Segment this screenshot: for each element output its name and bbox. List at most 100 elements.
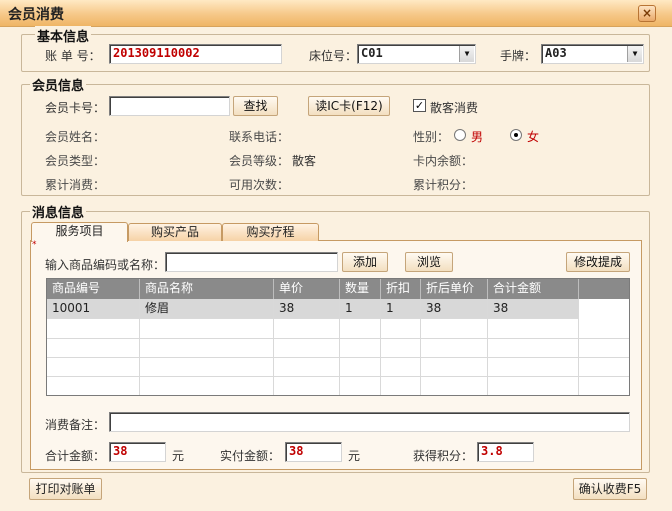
column-header-extra[interactable] bbox=[579, 279, 629, 299]
remark-input[interactable] bbox=[109, 412, 630, 432]
table-row-empty[interactable] bbox=[47, 338, 629, 358]
consume-info-title: 消息信息 bbox=[30, 202, 87, 221]
cell-empty bbox=[579, 338, 629, 358]
currency-unit: 元 bbox=[172, 449, 185, 463]
product-input-label: 输入商品编码或名称： bbox=[45, 258, 166, 272]
basic-info-title: 基本信息 bbox=[35, 26, 92, 45]
cell-empty bbox=[140, 357, 274, 377]
search-button[interactable]: 查找 bbox=[233, 96, 278, 116]
total-spent-label: 累计消费： bbox=[45, 178, 106, 192]
cell-empty bbox=[421, 319, 488, 339]
tab-buy-products[interactable]: 购买产品 bbox=[128, 223, 222, 241]
column-header-code[interactable]: 商品编号 bbox=[47, 279, 140, 299]
cell-qty: 1 bbox=[340, 299, 381, 319]
table-row[interactable]: 10001 修眉 38 1 1 38 38 bbox=[47, 299, 629, 319]
member-type-label: 会员类型： bbox=[45, 154, 106, 168]
cell-empty bbox=[47, 357, 140, 377]
browse-button[interactable]: 浏览 bbox=[405, 252, 453, 272]
required-marker: * bbox=[32, 240, 37, 250]
table-row-empty[interactable] bbox=[47, 319, 629, 339]
remark-label: 消费备注： bbox=[45, 418, 106, 432]
cell-empty bbox=[340, 376, 381, 395]
confirm-payment-button[interactable]: 确认收费F5 bbox=[573, 478, 647, 500]
cell-empty bbox=[140, 376, 274, 395]
currency-unit: 元 bbox=[348, 449, 361, 463]
column-header-qty[interactable]: 数量 bbox=[340, 279, 381, 299]
total-amount-field[interactable]: 38 bbox=[109, 442, 166, 462]
gender-female-radio[interactable] bbox=[510, 129, 522, 141]
member-level-value: 散客 bbox=[292, 154, 317, 168]
cell-empty bbox=[421, 357, 488, 377]
available-times-label: 可用次数： bbox=[229, 178, 290, 192]
walkin-checkbox[interactable]: ✓ bbox=[413, 99, 426, 112]
cell-empty bbox=[340, 357, 381, 377]
cell-empty bbox=[340, 338, 381, 358]
close-icon[interactable]: × bbox=[642, 6, 652, 20]
card-number-input[interactable] bbox=[109, 96, 230, 116]
tab-service-items[interactable]: 服务项目 bbox=[31, 222, 128, 242]
account-number-field[interactable]: 201309110002 bbox=[109, 44, 282, 64]
column-header-name[interactable]: 商品名称 bbox=[140, 279, 274, 299]
cell-discounted-price: 38 bbox=[421, 299, 488, 319]
cell-empty bbox=[140, 338, 274, 358]
cell-code: 10001 bbox=[47, 299, 140, 319]
phone-label: 联系电话： bbox=[229, 130, 290, 144]
cell-empty bbox=[47, 319, 140, 339]
paid-amount-field[interactable]: 38 bbox=[285, 442, 342, 462]
cell-empty bbox=[381, 319, 421, 339]
chevron-down-icon[interactable]: ▼ bbox=[627, 46, 642, 62]
card-balance-label: 卡内余额： bbox=[413, 154, 474, 168]
member-info-title: 会员信息 bbox=[30, 75, 87, 94]
bed-label: 床位号： bbox=[309, 49, 358, 63]
cell-empty bbox=[381, 338, 421, 358]
cell-empty bbox=[47, 376, 140, 395]
cell-extra bbox=[579, 299, 629, 319]
cell-empty bbox=[488, 357, 579, 377]
column-header-total[interactable]: 合计金额 bbox=[488, 279, 579, 299]
modify-commission-button[interactable]: 修改提成 bbox=[566, 252, 630, 272]
account-label: 账 单 号： bbox=[45, 49, 101, 63]
gender-male-radio[interactable] bbox=[454, 129, 466, 141]
cell-empty bbox=[579, 319, 629, 339]
cell-total: 38 bbox=[488, 299, 579, 319]
cell-empty bbox=[340, 319, 381, 339]
cell-empty bbox=[488, 319, 579, 339]
total-points-label: 累计积分： bbox=[413, 178, 474, 192]
close-button[interactable]: × bbox=[638, 5, 656, 22]
cell-empty bbox=[579, 376, 629, 395]
cell-empty bbox=[274, 319, 340, 339]
walkin-checkbox-label: 散客消费 bbox=[430, 101, 479, 115]
chevron-down-icon[interactable]: ▼ bbox=[459, 46, 474, 62]
cell-empty bbox=[381, 376, 421, 395]
gender-label: 性别： bbox=[413, 130, 450, 144]
table-row-empty[interactable] bbox=[47, 376, 629, 395]
column-header-discount[interactable]: 折扣 bbox=[381, 279, 421, 299]
column-header-price[interactable]: 单价 bbox=[274, 279, 340, 299]
points-earned-field[interactable]: 3.8 bbox=[477, 442, 534, 462]
cell-empty bbox=[421, 338, 488, 358]
product-search-input[interactable] bbox=[165, 252, 338, 272]
cell-price: 38 bbox=[274, 299, 340, 319]
print-statement-button[interactable]: 打印对账单 bbox=[29, 478, 102, 500]
cell-discount: 1 bbox=[381, 299, 421, 319]
bed-select[interactable]: C01 ▼ bbox=[357, 44, 476, 64]
paid-amount-label: 实付金额： bbox=[220, 449, 281, 463]
tab-buy-treatments[interactable]: 购买疗程 bbox=[222, 223, 319, 241]
read-ic-card-button[interactable]: 读IC卡(F12) bbox=[308, 96, 390, 116]
member-name-label: 会员姓名： bbox=[45, 130, 106, 144]
gender-female-label: 女 bbox=[527, 130, 540, 144]
cell-empty bbox=[47, 338, 140, 358]
cell-empty bbox=[381, 357, 421, 377]
items-table[interactable]: 商品编号 商品名称 单价 数量 折扣 折后单价 合计金额 10001 修眉 38… bbox=[46, 278, 630, 396]
column-header-discounted-price[interactable]: 折后单价 bbox=[421, 279, 488, 299]
radio-dot-icon bbox=[514, 133, 518, 137]
total-amount-label: 合计金额： bbox=[45, 449, 106, 463]
wristband-select[interactable]: A03 ▼ bbox=[541, 44, 644, 64]
bed-select-value: C01 bbox=[361, 46, 383, 60]
table-row-empty[interactable] bbox=[47, 357, 629, 377]
cell-empty bbox=[140, 319, 274, 339]
title-bar: 会员消费 × bbox=[0, 0, 672, 27]
member-level-label: 会员等级： bbox=[229, 154, 290, 168]
add-button[interactable]: 添加 bbox=[342, 252, 388, 272]
cell-empty bbox=[274, 376, 340, 395]
